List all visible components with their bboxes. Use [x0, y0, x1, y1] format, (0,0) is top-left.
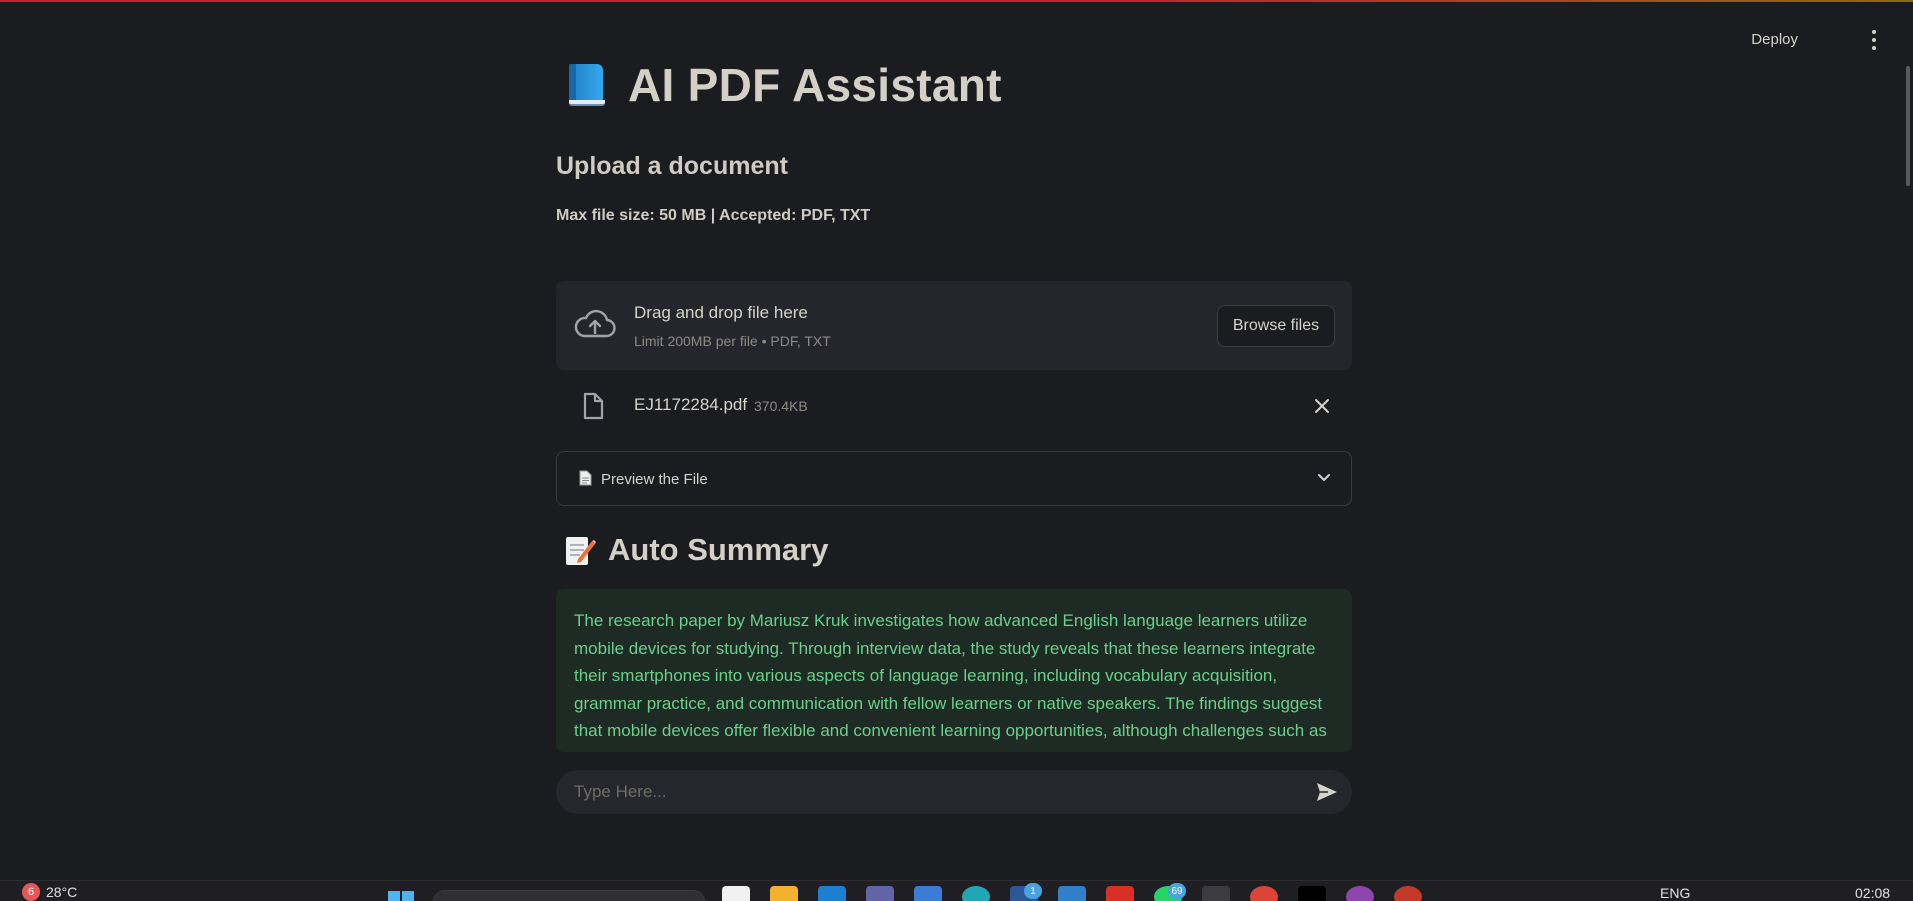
dropzone-title: Drag and drop file here	[634, 303, 808, 322]
whatsapp-app-icon[interactable]: 69	[1154, 883, 1186, 901]
dropzone-limits: Limit 200MB per file • PDF, TXT	[634, 333, 831, 349]
temperature: 28°C	[46, 884, 78, 900]
upload-subheader: Upload a document	[556, 152, 788, 180]
uploaded-file-size: 370.4KB	[754, 398, 808, 414]
taskbar-search[interactable]	[433, 890, 705, 901]
chevron-down-icon	[1318, 474, 1330, 481]
python-app-icon[interactable]	[1202, 886, 1230, 901]
file-explorer-icon[interactable]	[770, 886, 798, 901]
send-icon[interactable]	[1316, 782, 1338, 802]
language-indicator[interactable]: ENG	[1660, 885, 1690, 901]
chat-app-icon[interactable]	[962, 886, 990, 901]
teams-app-icon[interactable]	[866, 886, 894, 901]
podcast-app-icon[interactable]	[1346, 886, 1374, 901]
os-taskbar: 6 28°C 1 69 ENG 02:08	[0, 880, 1913, 901]
app-header: Deploy	[0, 0, 1913, 60]
calendar-app-icon[interactable]	[914, 886, 942, 901]
page-scrollbar[interactable]	[1906, 66, 1910, 186]
uploaded-file-row: EJ1172284.pdf 370.4KB	[556, 390, 1352, 424]
chat-input-container	[556, 770, 1352, 814]
weather-widget[interactable]: 6 28°C	[22, 883, 77, 901]
menu-dots-icon[interactable]	[1871, 30, 1877, 50]
preview-file-label: Preview the File	[601, 471, 708, 488]
clock[interactable]: 02:08	[1855, 885, 1890, 901]
close-icon[interactable]	[1314, 398, 1330, 414]
browse-files-button[interactable]: Browse files	[1217, 305, 1335, 347]
document-icon	[579, 470, 592, 486]
file-dropzone[interactable]: Drag and drop file here Limit 200MB per …	[556, 281, 1352, 370]
app-notification-badge: 69	[1168, 883, 1186, 899]
memo-icon	[566, 537, 596, 565]
page-title: AI PDF Assistant	[628, 59, 1002, 111]
page-title-row: AI PDF Assistant	[566, 58, 1002, 112]
file-icon	[583, 392, 604, 420]
deploy-button[interactable]: Deploy	[1751, 31, 1798, 48]
preview-file-expander[interactable]: Preview the File	[556, 451, 1352, 506]
word-app-icon[interactable]: 1	[1010, 883, 1042, 901]
vscode-app-icon[interactable]	[1058, 886, 1086, 901]
upload-caption: Max file size: 50 MB | Accepted: PDF, TX…	[556, 207, 871, 224]
app-notification-badge: 1	[1024, 883, 1042, 899]
uploaded-file-name: EJ1172284.pdf	[634, 395, 748, 414]
cloud-upload-icon	[574, 309, 616, 338]
notepad-app-icon[interactable]	[722, 886, 750, 901]
windows-start-icon[interactable]	[386, 885, 416, 901]
summary-heading-row: Auto Summary	[564, 532, 828, 568]
chat-input[interactable]	[574, 780, 1274, 804]
tiktok-app-icon[interactable]	[1298, 886, 1326, 901]
profile-app-icon[interactable]	[1394, 886, 1422, 901]
summary-text: The research paper by Mariusz Kruk inves…	[574, 611, 1327, 752]
summary-box: The research paper by Mariusz Kruk inves…	[556, 589, 1352, 752]
book-icon	[566, 62, 606, 108]
chrome-app-icon[interactable]	[1250, 886, 1278, 901]
summary-title: Auto Summary	[608, 532, 829, 567]
weather-badge: 6	[22, 883, 40, 901]
gmail-app-icon[interactable]	[1106, 886, 1134, 901]
edge-browser-icon[interactable]	[818, 886, 846, 901]
taskbar-apps: 1 69	[722, 883, 1422, 901]
